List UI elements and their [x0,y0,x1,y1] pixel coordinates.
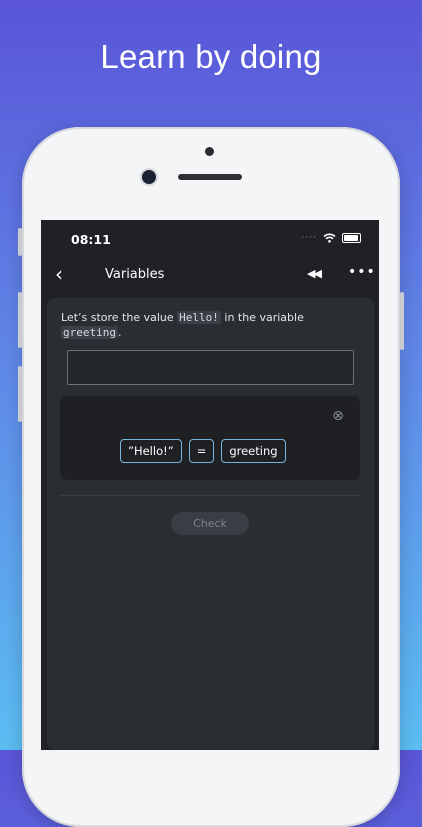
token-greeting[interactable]: greeting [221,439,286,463]
status-time: 08:11 [71,232,111,247]
exercise-prompt: Let’s store the value Hello! in the vari… [61,310,361,340]
front-camera [142,170,156,184]
battery-icon [342,233,361,243]
power-button [400,292,404,350]
status-bar: 08:11 ···· [41,220,379,260]
nav-title: Variables [105,267,165,282]
token-bank: ⊗ ”Hello!” = greeting [60,396,360,480]
status-icons: ···· [302,233,361,243]
earpiece-speaker [178,174,242,180]
signal-icon: ···· [301,233,317,243]
token-equals[interactable]: = [188,439,215,463]
wifi-icon [323,233,336,243]
headline: Learn by doing [100,38,322,75]
chevron-left-icon[interactable]: ‹ [55,262,63,286]
app-screen: 08:11 ···· ‹ Variables ◀◀ ••• Let’s stor… [41,220,379,750]
answer-field[interactable] [67,350,354,385]
rewind-icon[interactable]: ◀◀ [307,267,322,280]
prompt-text: Let’s store the value [61,311,178,324]
prompt-text: . [117,326,122,339]
token-row: ”Hello!” = greeting [120,439,286,463]
prompt-text: in the variable [220,311,304,324]
prompt-value-code: Hello! [177,311,221,324]
nav-bar: ‹ Variables ◀◀ ••• [41,260,379,290]
prompt-variable-code: greeting [61,326,118,339]
sensor-dot [205,147,214,156]
exercise-card: Let’s store the value Hello! in the vari… [47,298,374,750]
divider [60,495,360,496]
clear-icon[interactable]: ⊗ [332,408,344,424]
check-button[interactable]: Check [171,512,249,535]
more-icon[interactable]: ••• [348,264,376,280]
token-hello-string[interactable]: ”Hello!” [120,439,182,463]
